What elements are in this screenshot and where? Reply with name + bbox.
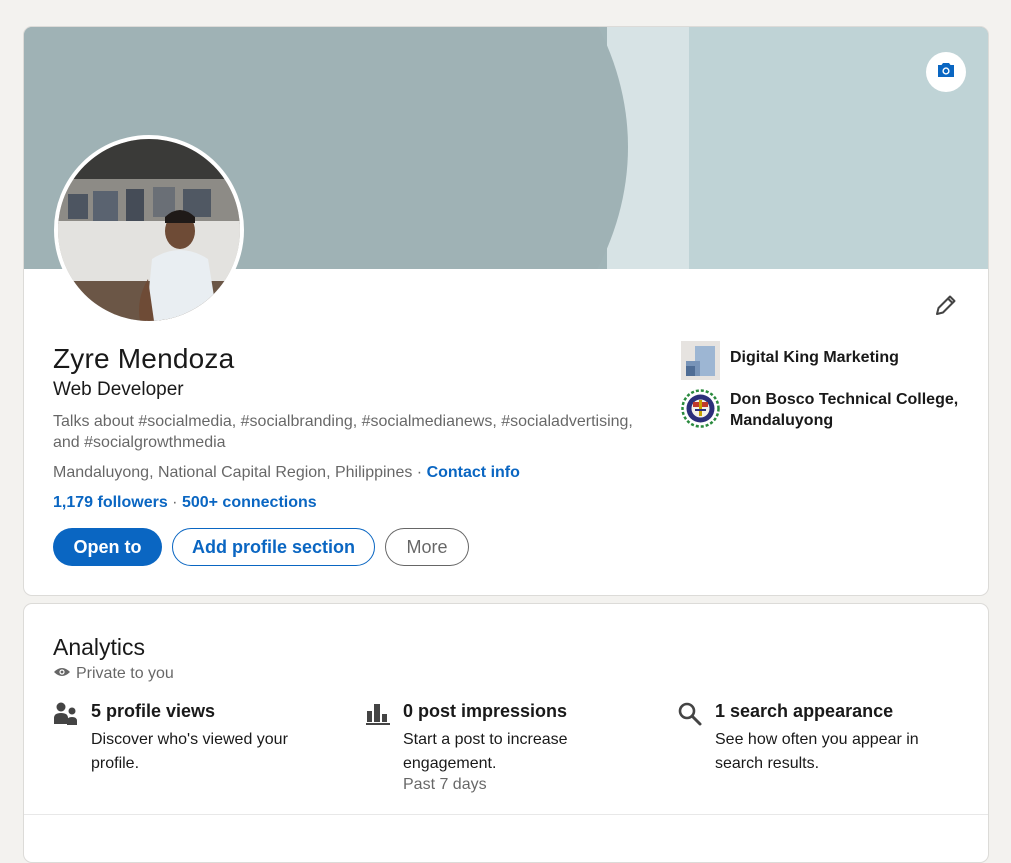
search-icon	[677, 701, 703, 727]
camera-icon	[937, 62, 955, 83]
analytics-title: Analytics	[53, 634, 146, 660]
org-item-don-bosco[interactable]: Don Bosco Technical College, Mandaluyong	[681, 389, 971, 431]
metric-title: 5 profile views	[91, 701, 216, 721]
divider	[24, 814, 988, 815]
profile-name: Zyre Mendoza	[53, 343, 235, 374]
metric-period: Past 7 days	[403, 776, 487, 793]
metric-description: Start a post to increase engagement.	[403, 731, 568, 772]
followers-link[interactable]: 1,179 followers	[53, 494, 168, 511]
profile-card: Zyre Mendoza Web Developer Talks about #…	[23, 26, 989, 596]
org-item-digital-king[interactable]: Digital King Marketing	[681, 341, 971, 380]
metric-description: See how often you appear in search resul…	[715, 731, 919, 772]
digital-king-logo	[681, 341, 720, 380]
don-bosco-logo	[681, 389, 720, 428]
org-name: Digital King Marketing	[730, 349, 899, 366]
open-to-button[interactable]: Open to	[53, 528, 162, 566]
metric-title: 0 post impressions	[403, 701, 568, 721]
pencil-icon	[933, 292, 959, 323]
location-line: Mandaluyong, National Capital Region, Ph…	[53, 464, 520, 482]
privacy-note: Private to you	[53, 665, 174, 683]
contact-info-link[interactable]: Contact info	[427, 464, 520, 481]
profile-photo[interactable]	[54, 135, 244, 325]
analytics-card: Analytics Private to you 5 profile views…	[23, 603, 989, 863]
location-text: Mandaluyong, National Capital Region, Ph…	[53, 464, 413, 481]
location-separator: ·	[412, 464, 427, 481]
more-button[interactable]: More	[385, 528, 469, 566]
edit-cover-button[interactable]	[926, 52, 966, 92]
metric-description: Discover who's viewed your profile.	[91, 731, 288, 772]
metric-title: 1 search appearance	[715, 701, 894, 721]
stats-separator: ·	[167, 494, 182, 511]
network-stats: 1,179 followers · 500+ connections	[53, 494, 317, 512]
people-icon	[53, 701, 79, 727]
eye-icon	[53, 665, 76, 683]
organizations-list: Digital King Marketing Don Bosco Technic…	[681, 341, 971, 440]
bar-chart-icon	[365, 701, 391, 727]
profile-headline: Web Developer	[53, 379, 184, 400]
add-profile-section-button[interactable]: Add profile section	[172, 528, 375, 566]
privacy-text: Private to you	[76, 665, 174, 682]
talks-about: Talks about #socialmedia, #socialbrandin…	[53, 413, 633, 451]
org-name: Don Bosco Technical College, Mandaluyong	[730, 391, 959, 429]
edit-intro-button[interactable]	[930, 291, 962, 323]
connections-link[interactable]: 500+ connections	[182, 494, 317, 511]
